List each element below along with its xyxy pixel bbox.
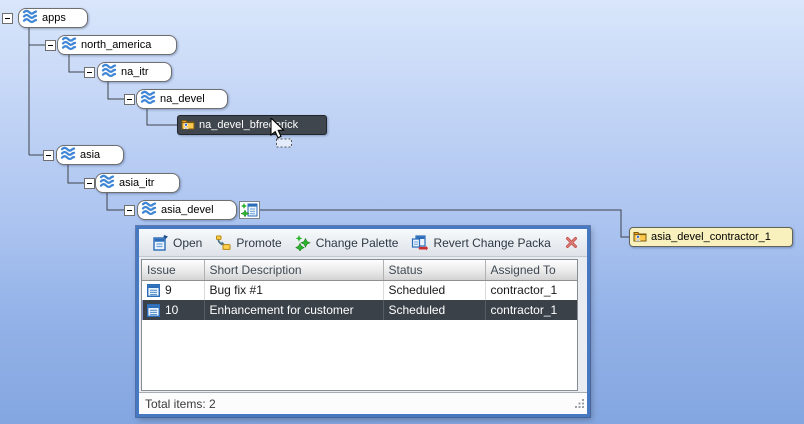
stream-icon xyxy=(99,174,115,192)
issue-icon xyxy=(147,284,160,297)
stream-issues-panel: Open Promote Change Palette Revert Chang… xyxy=(136,226,590,417)
collapse-icon[interactable] xyxy=(45,40,56,51)
promote-label: Promote xyxy=(236,236,281,250)
revert-change-package-icon xyxy=(411,235,428,251)
promote-button[interactable]: Promote xyxy=(215,235,281,251)
issue-number: 9 xyxy=(165,283,172,297)
close-panel-button[interactable] xyxy=(565,236,578,249)
tree-node-label: apps xyxy=(42,12,66,24)
close-icon xyxy=(565,236,578,249)
tree-node-north-america[interactable]: north_america xyxy=(57,35,177,55)
promote-icon xyxy=(215,235,231,251)
stream-icon xyxy=(61,36,77,54)
collapse-icon[interactable] xyxy=(124,205,135,216)
open-label: Open xyxy=(173,236,202,250)
issue-icon xyxy=(147,304,160,317)
tree-node-label: na_devel xyxy=(160,93,205,105)
collapse-icon[interactable] xyxy=(124,94,135,105)
stream-icon xyxy=(60,146,76,164)
issue-row[interactable]: 9 Bug fix #1 Scheduled contractor_1 xyxy=(142,280,578,300)
column-header-issue[interactable]: Issue xyxy=(142,260,204,280)
issues-table-area: Issue Short Description Status Assigned … xyxy=(139,257,587,392)
issues-table-header: Issue Short Description Status Assigned … xyxy=(142,260,578,280)
stream-icon xyxy=(22,9,38,27)
tree-node-label: asia_itr xyxy=(119,177,154,189)
status-bar: Total items: 2 xyxy=(139,392,587,414)
tree-node-label: asia xyxy=(80,149,100,161)
collapse-icon[interactable] xyxy=(2,13,13,24)
issue-assigned-to: contractor_1 xyxy=(485,280,578,300)
tree-node-apps[interactable]: apps xyxy=(18,8,88,28)
tree-node-label: asia_devel xyxy=(161,204,214,216)
change-palette-badge-icon[interactable] xyxy=(239,201,260,219)
collapse-icon[interactable] xyxy=(43,150,54,161)
change-palette-label: Change Palette xyxy=(316,236,399,250)
issue-assigned-to: contractor_1 xyxy=(485,300,578,320)
workspace-folder-icon xyxy=(181,118,195,133)
revert-change-package-button[interactable]: Revert Change Packa xyxy=(411,235,550,251)
tree-node-label: asia_devel_contractor_1 xyxy=(651,231,771,243)
tree-node-na-devel[interactable]: na_devel xyxy=(136,89,228,109)
issue-row-selected[interactable]: 10 Enhancement for customer Scheduled co… xyxy=(142,300,578,320)
issue-status: Scheduled xyxy=(383,280,485,300)
tree-node-asia-devel[interactable]: asia_devel xyxy=(137,200,237,220)
tree-node-label: north_america xyxy=(81,39,151,51)
open-icon xyxy=(152,235,168,251)
total-items-label: Total items: 2 xyxy=(145,397,216,411)
column-header-short-description[interactable]: Short Description xyxy=(204,260,383,280)
issue-number: 10 xyxy=(165,303,178,317)
tree-node-na-devel-bfrederick[interactable]: na_devel_bfrederick xyxy=(177,115,327,135)
issue-short-description: Bug fix #1 xyxy=(204,280,383,300)
workspace-folder-icon xyxy=(633,230,647,245)
stream-icon xyxy=(141,201,157,219)
issue-short-description: Enhancement for customer xyxy=(204,300,383,320)
issues-toolbar: Open Promote Change Palette Revert Chang… xyxy=(139,229,587,257)
collapse-icon[interactable] xyxy=(84,178,95,189)
stream-icon xyxy=(101,63,117,81)
column-header-status[interactable]: Status xyxy=(383,260,485,280)
stream-browser-canvas: apps north_america na_itr na_devel na_de… xyxy=(0,0,804,424)
collapse-icon[interactable] xyxy=(84,67,95,78)
tree-node-asia-itr[interactable]: asia_itr xyxy=(95,173,180,193)
change-palette-button[interactable]: Change Palette xyxy=(295,235,399,251)
change-palette-icon xyxy=(295,235,311,251)
resize-grip[interactable] xyxy=(575,398,585,412)
mouse-cursor xyxy=(270,118,296,153)
issues-table-viewport: Issue Short Description Status Assigned … xyxy=(141,259,578,391)
issue-status: Scheduled xyxy=(383,300,485,320)
revert-change-package-label: Revert Change Packa xyxy=(433,236,550,250)
issues-table: Issue Short Description Status Assigned … xyxy=(142,260,578,320)
open-button[interactable]: Open xyxy=(152,235,202,251)
stream-icon xyxy=(140,90,156,108)
column-header-assigned-to[interactable]: Assigned To xyxy=(485,260,578,280)
tree-node-asia-devel-contractor-1[interactable]: asia_devel_contractor_1 xyxy=(629,227,793,247)
tree-node-label: na_itr xyxy=(121,66,149,78)
tree-node-asia[interactable]: asia xyxy=(56,145,124,165)
tree-node-na-itr[interactable]: na_itr xyxy=(97,62,172,82)
